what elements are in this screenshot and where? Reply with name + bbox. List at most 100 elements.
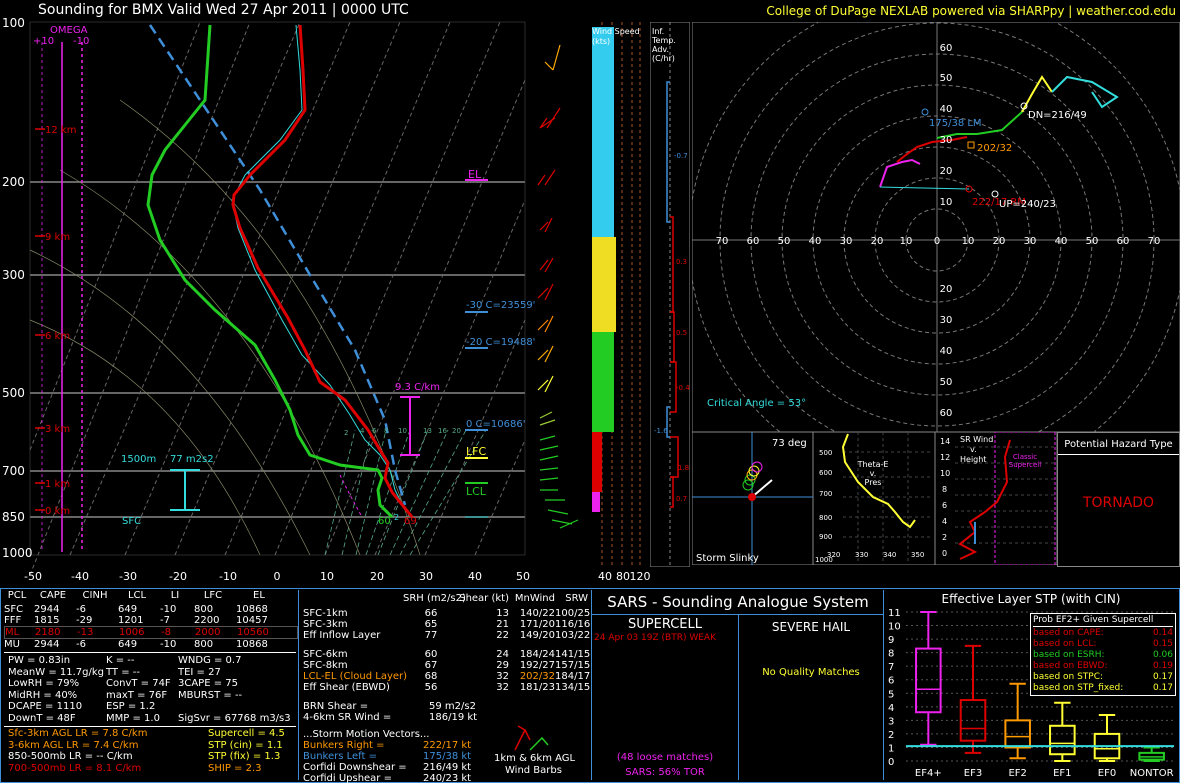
kin-row: SFC-6km 60 24 184/24 141/15 — [303, 649, 591, 660]
temp-tick: -20 — [169, 570, 187, 583]
sars-loose: (48 loose matches) — [616, 752, 714, 763]
stp-category-label: EF2 — [1008, 768, 1026, 779]
stp-ytick: 11 — [888, 608, 901, 619]
sr-wind-note: Classic — [1013, 453, 1037, 461]
stp-xlabels: EF4+ EF3 EF2 EF1 EF0 NONTOR — [915, 768, 1174, 779]
temp-tick: -30 — [119, 570, 137, 583]
inflow-helicity-label: 77 m2s2 — [170, 454, 214, 465]
parcel-row[interactable]: MU 2944 -6 649 -10 800 10868 — [4, 639, 298, 650]
hodo-ring-label: 50 — [940, 73, 953, 84]
kin-row: SFC-3km 65 21 171/20 116/16 — [303, 619, 591, 630]
hodo-ring-label: 40 — [940, 104, 953, 115]
temperature-advection-panel: -0.7 0.3 0.5 -0.4 -1.6 1.8 0.7 — [650, 22, 690, 567]
index-meanw: MeanW = 11.7g/kg — [8, 666, 104, 678]
temp-tick: 40 — [468, 570, 482, 583]
sfc-wetbulb: 2 — [394, 513, 399, 522]
stp-box-ef3 — [959, 644, 987, 754]
hodo-x-label: 20 — [871, 236, 884, 247]
effective-inflow-layer — [170, 469, 200, 511]
prob-title: Prob EF2+ Given Supercell — [1033, 615, 1173, 627]
temp-tick: -40 — [71, 570, 89, 583]
parcel-header: EL — [253, 590, 265, 601]
parcel-cell: MU — [4, 639, 20, 650]
lapse-3-6km: 3-6km AGL LR = 7.4 C/km — [8, 739, 139, 751]
divider — [4, 652, 296, 653]
theta-e-xtick: 350 — [911, 551, 924, 559]
kin-row-cloud-layer: LCL-EL (Cloud Layer) 68 32 202/32 184/17 — [303, 671, 591, 682]
supercell-band — [994, 432, 1056, 565]
slinky-rings — [742, 461, 763, 491]
hodo-x-label: 0 — [934, 236, 940, 247]
theta-e-title: v. — [870, 469, 877, 478]
stp-fix: STP (fix) = 1.3 — [208, 751, 281, 762]
supercell-composite: Supercell = 4.5 — [208, 728, 285, 739]
parcel-cell: SFC — [4, 604, 24, 615]
parcel-cell: -6 — [76, 639, 86, 650]
sharppy-sounding-display: Sounding for BMX Valid Wed 27 Apr 2011 |… — [0, 0, 1180, 783]
height-label: 3 km — [45, 424, 70, 435]
kin-header: SRW — [565, 593, 588, 604]
sars-title: SARS - Sounding Analogue System — [607, 593, 869, 611]
sr-wind-ytick: 6 — [942, 501, 947, 510]
hodo-ring-label: 20 — [940, 284, 953, 295]
left-mover-label: 175/38 LM — [929, 118, 982, 129]
omega-profile — [41, 42, 83, 552]
stp-ytick: 5 — [888, 689, 894, 700]
index-tei: TEI = 27 — [178, 666, 221, 678]
slinky-angle: 73 deg — [772, 438, 807, 449]
level-m30-label: -30 C=23559' — [466, 300, 535, 311]
kin-header: SRH (m2/s2) — [403, 593, 466, 604]
stp-ytick: 3 — [888, 716, 894, 727]
divider — [298, 590, 299, 780]
index-tt: TT = -- — [106, 666, 140, 678]
pressure-label-500: 500 — [2, 386, 25, 400]
parcel-row[interactable]: FFF 1815 -29 1201 -7 2200 10457 — [4, 615, 298, 626]
stp-ytick: 10 — [888, 622, 901, 633]
sr-wind-ytick: 8 — [942, 485, 947, 494]
index-maxt: maxT = 76F — [106, 689, 168, 701]
advection-bars — [666, 81, 679, 508]
wind-speed-tick: 120 — [630, 570, 651, 583]
wind-speed-tick: 80 — [616, 570, 630, 583]
index-mburst: MBURST = -- — [178, 689, 243, 701]
credit-line: College of DuPage NEXLAB powered via SHA… — [766, 4, 1176, 18]
hodo-x-label: 40 — [1055, 236, 1068, 247]
temp-tick: 20 — [370, 570, 384, 583]
pressure-label-300: 300 — [2, 268, 25, 282]
hodo-x-label: 60 — [747, 236, 760, 247]
effective-inflow-vectors — [879, 186, 970, 190]
mixing-ratio-label: 6 — [372, 427, 377, 435]
temp-tick: 0 — [274, 570, 281, 583]
parcel-row[interactable]: SFC 2944 -6 649 -10 800 10868 — [4, 604, 298, 615]
theta-e-panel: 500 600 700 800 900 1000 320 330 340 350… — [813, 432, 935, 565]
parcel-row-selected[interactable]: ML 2180 -13 1006 -8 2000 10560 — [4, 626, 298, 639]
temp-tick: -50 — [24, 570, 42, 583]
hodo-x-label: 70 — [1148, 236, 1161, 247]
inflow-height-label: 1500m — [121, 454, 156, 465]
stp-iqr-box — [1049, 724, 1076, 756]
sfc-dewpoint: 60 — [378, 516, 391, 527]
parcel-cell: 1815 — [34, 615, 60, 626]
sr-wind-ytick: 0 — [942, 549, 947, 558]
stp-category-label: EF1 — [1053, 768, 1071, 779]
parcel-cell: 800 — [194, 604, 214, 615]
sfc-temperature: 69 — [404, 516, 417, 527]
theta-e-title: Theta-E — [857, 460, 889, 469]
theta-e-xtick: 320 — [827, 551, 840, 559]
omega-minus-label: -10 — [73, 36, 89, 47]
index-esp: ESP = 1.2 — [106, 701, 156, 712]
index-convt: ConvT = 74F — [106, 678, 171, 689]
sr-wind-title: SR Wind — [960, 435, 993, 444]
prob-row: based on STP_fixed: 0.17 — [1033, 683, 1173, 693]
parcel-trace — [148, 24, 407, 506]
hodo-ring-label: 60 — [940, 43, 953, 54]
pressure-label-700: 700 — [2, 464, 25, 478]
el-label: EL — [468, 168, 482, 181]
kin-row: Eff Shear (EBWD) 56 32 181/23 134/15 — [303, 682, 591, 693]
lapse-rates: Sfc-3km AGL LR = 7.8 C/km 3-6km AGL LR =… — [8, 728, 298, 774]
hodo-x-label: 10 — [900, 236, 913, 247]
barb-caption-2: Wind Barbs — [505, 765, 562, 776]
parcel-header: CAPE — [39, 590, 67, 601]
lcl-label: LCL — [466, 485, 487, 498]
mixing-ratio-label: 8 — [384, 427, 388, 435]
